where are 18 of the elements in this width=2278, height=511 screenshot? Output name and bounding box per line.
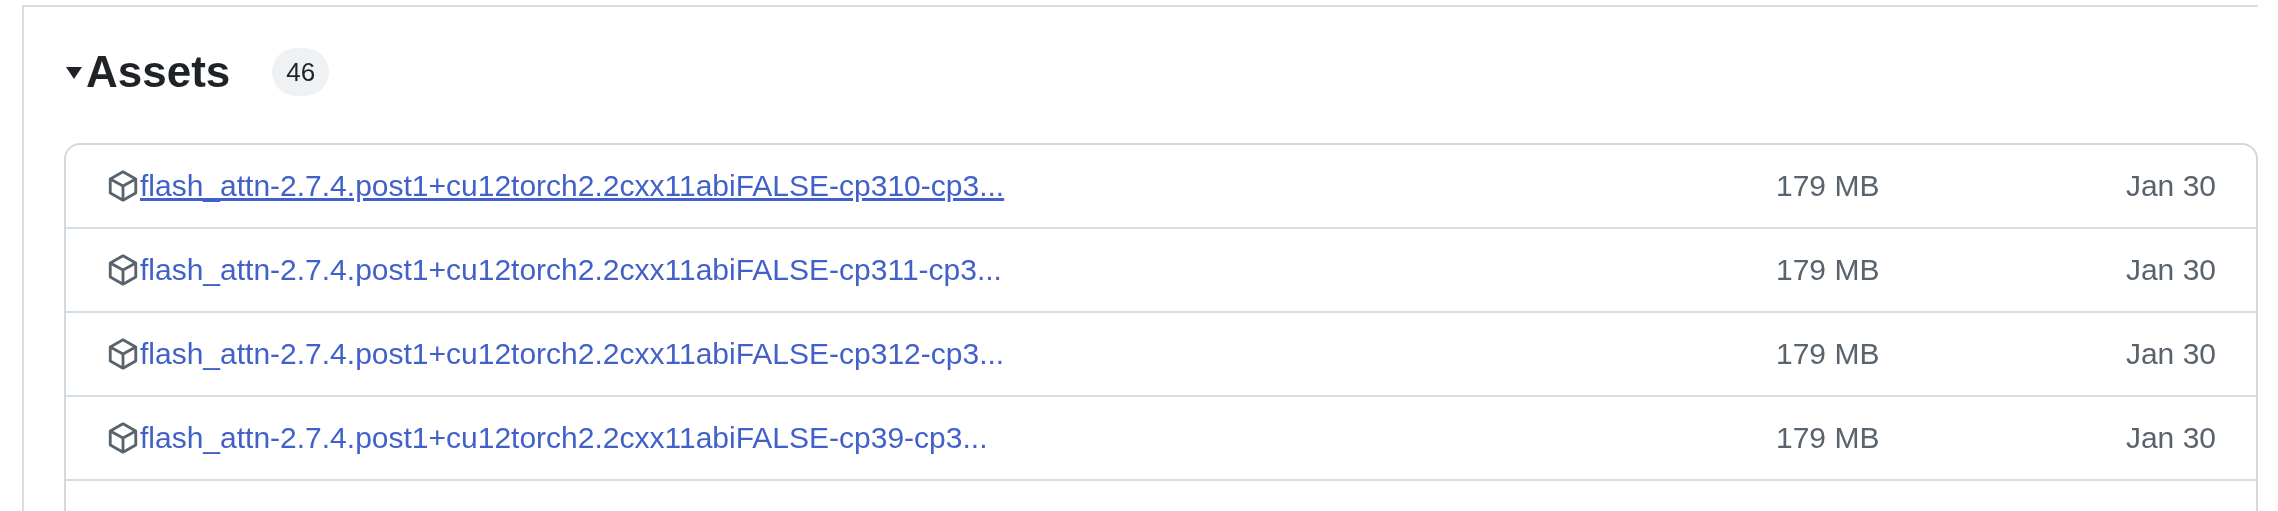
asset-link[interactable]: flash_attn-2.7.4.post1+cu12torch2.2cxx11abiFALSE-cp310-cp3... [140,169,1776,203]
upload-date: Jan 30 [2124,421,2216,455]
asset-link[interactable]: flash_attn-2.7.4.post1+cu12torch2.2cxx11abiFALSE-cp311-cp3... [140,253,1776,287]
upload-date: Jan 30 [2124,337,2216,371]
package-icon [106,337,140,371]
file-size: 179 MB [1776,169,1881,203]
count-badge: 46 [272,48,330,96]
asset-link[interactable]: flash_attn-2.7.4.post1+cu12torch2.2cxx11abiFALSE-cp312-cp3... [140,337,1776,371]
package-icon [106,253,140,287]
file-size: 179 MB [1776,253,1881,287]
package-icon [106,169,140,203]
assets-toggle[interactable]: Assets [64,47,231,97]
upload-date: Jan 30 [2124,253,2216,287]
upload-date: Jan 30 [2124,169,2216,203]
asset-link[interactable]: flash_attn-2.7.4.post1+cu12torch2.2cxx11abiFALSE-cp39-cp3... [140,421,1776,455]
file-size: 179 MB [1776,421,1881,455]
package-icon [106,421,140,455]
file-size: 179 MB [1776,337,1881,371]
